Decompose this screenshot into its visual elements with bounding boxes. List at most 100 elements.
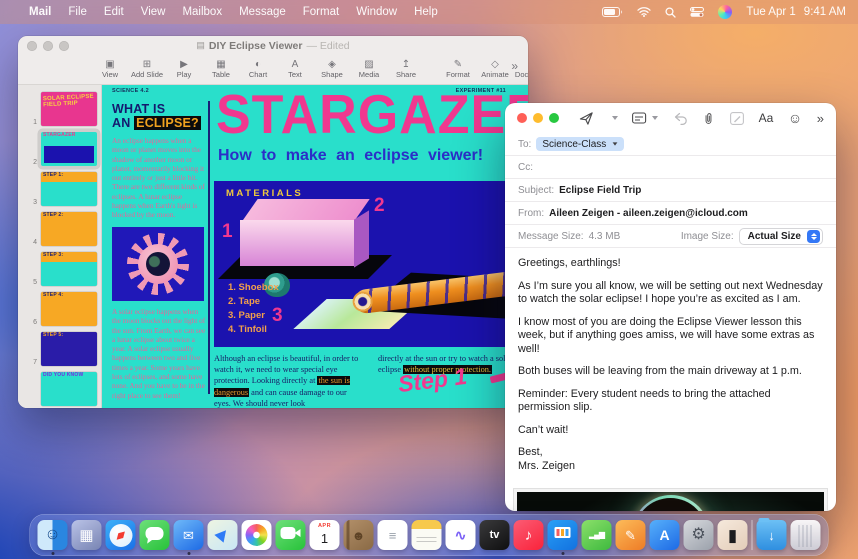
- reply-icon[interactable]: [673, 111, 688, 125]
- slide-thumbnail-preview[interactable]: DID YOU KNOW: [41, 372, 97, 406]
- slide-thumbnail[interactable]: 2 STARGAZER: [18, 129, 101, 169]
- toolbar-button-icon: ▨: [364, 59, 374, 70]
- slide-thumbnail[interactable]: DID YOU KNOW: [18, 369, 101, 408]
- from-field[interactable]: From: Aileen Zeigen - aileen.zeigen@iclo…: [505, 202, 836, 225]
- shoebox-lid: [242, 199, 370, 221]
- menu-app-name[interactable]: Mail: [29, 6, 51, 18]
- dock-item-mail[interactable]: ✉: [173, 520, 204, 555]
- header-fields-icon[interactable]: [632, 111, 659, 125]
- keynote-toolbar-button[interactable]: ⊞ Add Slide: [131, 60, 163, 80]
- to-field[interactable]: To: Science-Class: [505, 133, 836, 156]
- stepper-icon: [807, 229, 820, 243]
- slide-thumbnail[interactable]: 3 STEP 1:: [18, 169, 101, 209]
- dock-item-contacts[interactable]: ☻: [343, 520, 374, 550]
- dock-item-finder[interactable]: ☺: [37, 520, 68, 555]
- menu-item[interactable]: Edit: [104, 6, 124, 18]
- menu-clock[interactable]: Tue Apr 1 9:41 AM: [746, 6, 846, 18]
- keynote-toolbar-button[interactable]: ◇ Animate: [481, 60, 509, 80]
- shoebox-side: [354, 210, 369, 268]
- search-icon[interactable]: [665, 6, 677, 18]
- menu-item[interactable]: Format: [303, 6, 339, 18]
- toolbar-overflow-icon[interactable]: »: [511, 59, 518, 73]
- slide-thumbnail-preview[interactable]: STEP 5:: [41, 332, 97, 366]
- recipient-token[interactable]: Science-Class: [536, 137, 625, 151]
- document-title: DIY Eclipse Viewer: [208, 39, 303, 52]
- slide-thumbnail-preview[interactable]: SOLAR ECLIPSE FIELD TRIP: [41, 92, 97, 126]
- slide-thumbnail[interactable]: 5 STEP 3:: [18, 249, 101, 289]
- attachment-image[interactable]: [513, 488, 828, 511]
- menu-item[interactable]: Message: [239, 6, 286, 18]
- minimize-button[interactable]: [533, 113, 543, 123]
- dock-item-downloads[interactable]: ↓: [756, 517, 787, 550]
- image-size-select[interactable]: Actual Size: [738, 227, 823, 245]
- slide-thumbnail[interactable]: 6 STEP 4:: [18, 289, 101, 329]
- control-center-icon[interactable]: [690, 7, 705, 17]
- dock-item-keynote[interactable]: [547, 520, 578, 555]
- slide-title: STARGAZER: [216, 85, 528, 146]
- dock-item-messages[interactable]: [139, 520, 170, 550]
- send-icon[interactable]: [579, 111, 594, 126]
- dock-item-safari[interactable]: ◆: [105, 520, 136, 550]
- dock-item-calendar[interactable]: 1: [309, 520, 340, 550]
- close-button[interactable]: [517, 113, 527, 123]
- keynote-toolbar-button[interactable]: ◐ Chart: [246, 60, 270, 80]
- dock-item-pages[interactable]: ✎: [615, 520, 646, 550]
- slide-number: 5: [33, 279, 37, 286]
- slide-thumbnail-preview[interactable]: STEP 4:: [41, 292, 97, 326]
- zoom-button[interactable]: [549, 113, 559, 123]
- battery-icon[interactable]: [602, 7, 623, 17]
- menu-item[interactable]: File: [68, 6, 87, 18]
- dock-item-freeform[interactable]: ∿: [445, 520, 476, 550]
- sun-illustration: [112, 226, 204, 301]
- slide-number: 6: [33, 319, 37, 326]
- toolbar-button-label: Shape: [321, 70, 343, 79]
- keynote-toolbar-button[interactable]: ✎ Format: [446, 60, 470, 80]
- dock-item-numbers[interactable]: ▂▄▆: [581, 520, 612, 550]
- keynote-toolbar-button[interactable]: ▤ Document: [515, 60, 528, 80]
- slide-thumbnail[interactable]: 7 STEP 5:: [18, 329, 101, 369]
- dock-item-reminders[interactable]: ≡: [377, 520, 408, 550]
- dock-item-launchpad[interactable]: ▦: [71, 520, 102, 550]
- dock-item-facetime[interactable]: [275, 520, 306, 550]
- dock-item-iphone-mirroring[interactable]: ▮: [717, 520, 748, 550]
- subject-field[interactable]: Subject: Eclipse Field Trip: [505, 179, 836, 202]
- wifi-icon[interactable]: [637, 7, 652, 17]
- menu-item[interactable]: View: [141, 6, 166, 18]
- markup-icon[interactable]: [730, 111, 744, 125]
- dock-item-settings[interactable]: ⚙: [683, 520, 714, 550]
- message-size-label: Message Size:: [518, 230, 584, 242]
- dock-item-notes[interactable]: [411, 520, 442, 550]
- toolbar-overflow-icon[interactable]: »: [817, 111, 824, 126]
- attach-icon[interactable]: [702, 111, 715, 126]
- siri-icon[interactable]: [718, 5, 733, 19]
- dock-item-photos[interactable]: [241, 520, 272, 550]
- menu-item[interactable]: Window: [356, 6, 397, 18]
- slide-canvas[interactable]: SCIENCE 4.2 EXPERIMENT #11 WHAT IS AN EC…: [102, 85, 528, 408]
- slide-thumbnail[interactable]: 4 STEP 2:: [18, 209, 101, 249]
- slide-thumbnail-preview[interactable]: STARGAZER: [41, 132, 97, 166]
- keynote-toolbar-button[interactable]: ▶ Play: [172, 60, 196, 80]
- keynote-toolbar-button[interactable]: ▦ Table: [209, 60, 233, 80]
- fonts-button[interactable]: Aa: [759, 111, 774, 125]
- keynote-toolbar-button[interactable]: ↥ Share: [394, 60, 418, 80]
- keynote-toolbar-button[interactable]: A Text: [283, 60, 307, 80]
- menu-item[interactable]: Help: [414, 6, 438, 18]
- dock-item-music[interactable]: ♪: [513, 520, 544, 550]
- slide-thumbnail-preview[interactable]: STEP 1:: [41, 172, 97, 206]
- emoji-icon[interactable]: ☺: [788, 110, 802, 126]
- dock-item-tv[interactable]: tv: [479, 520, 510, 550]
- slide-thumbnail-preview[interactable]: STEP 3:: [41, 252, 97, 286]
- menu-item[interactable]: Mailbox: [182, 6, 222, 18]
- send-options-chevron-icon[interactable]: [609, 116, 618, 120]
- cc-field[interactable]: Cc:: [505, 156, 836, 179]
- keynote-toolbar-button[interactable]: ▨ Media: [357, 59, 381, 80]
- keynote-toolbar-button[interactable]: ▣ View: [98, 60, 122, 80]
- dock-item-maps[interactable]: [207, 520, 238, 550]
- dock-divider[interactable]: [751, 520, 753, 550]
- message-body[interactable]: Greetings, earthlings! As I’m sure you al…: [505, 248, 836, 486]
- keynote-toolbar-button[interactable]: ◈ Shape: [320, 60, 344, 80]
- slide-thumbnail[interactable]: 1 SOLAR ECLIPSE FIELD TRIP: [18, 89, 101, 129]
- slide-thumbnail-preview[interactable]: STEP 2:: [41, 212, 97, 246]
- dock-item-trash[interactable]: [790, 520, 821, 550]
- dock-item-appstore[interactable]: A: [649, 520, 680, 550]
